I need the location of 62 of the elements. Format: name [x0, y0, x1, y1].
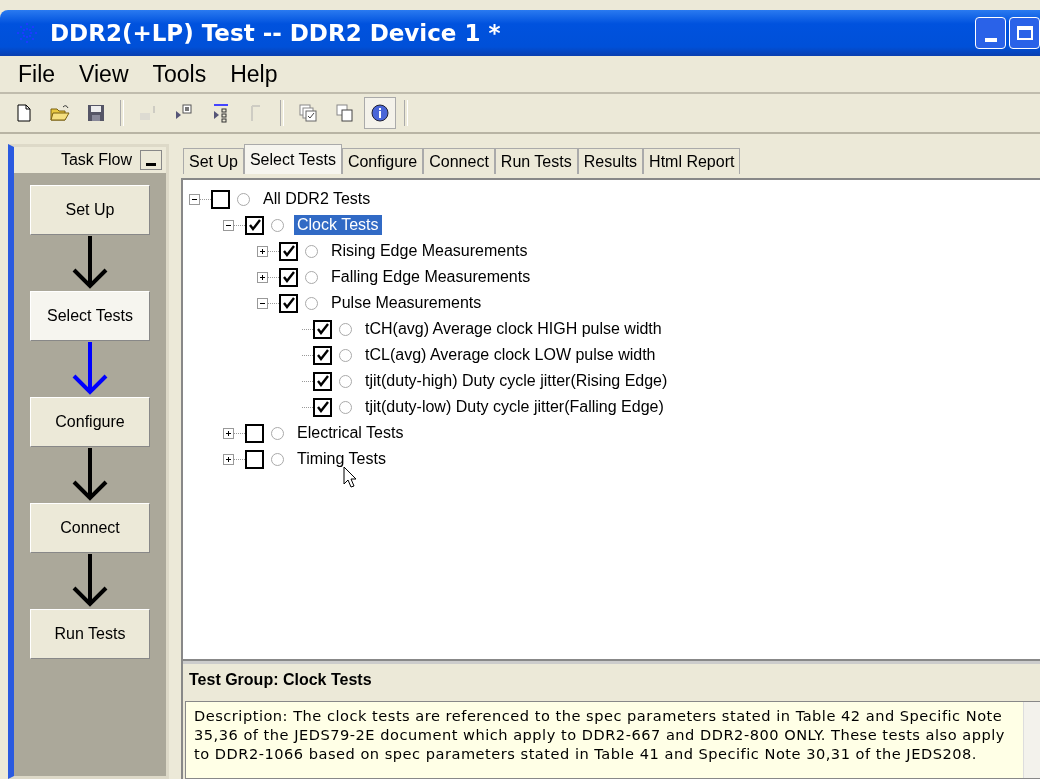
- app-logo-icon: [16, 22, 38, 44]
- tab[interactable]: Connect: [423, 148, 495, 174]
- tree-item[interactable]: tjit(duty-low) Duty cycle jitter(Falling Edge): [362, 397, 667, 417]
- down-arrow-icon: [70, 342, 110, 396]
- window-title: DDR2(+LP) Test -- DDR2 Device 1 *: [50, 20, 501, 46]
- checkbox[interactable]: [211, 189, 230, 209]
- tree-item[interactable]: Clock Tests: [294, 215, 382, 235]
- checkbox[interactable]: [313, 319, 332, 339]
- expand-icon[interactable]: [223, 427, 234, 439]
- mouse-pointer-icon: [343, 466, 357, 488]
- checkbox[interactable]: [279, 293, 298, 313]
- menu-item[interactable]: View: [79, 60, 129, 88]
- test-group-title: Test Group: Clock Tests: [189, 671, 372, 688]
- tree-item[interactable]: Electrical Tests: [294, 423, 407, 443]
- checkbox[interactable]: [245, 215, 264, 235]
- minimize-button[interactable]: [140, 150, 162, 170]
- collapse-icon[interactable]: [189, 193, 200, 205]
- panel-title: Task Flow: [60, 151, 132, 169]
- tree-item[interactable]: tCL(avg) Average clock LOW pulse width: [362, 345, 659, 365]
- checkbox[interactable]: [245, 449, 264, 469]
- expand-icon[interactable]: [257, 271, 268, 283]
- down-arrow-icon: [70, 554, 110, 608]
- checkbox[interactable]: [313, 397, 332, 417]
- info-icon[interactable]: [364, 97, 396, 129]
- tree-item[interactable]: All DDR2 Tests: [260, 189, 374, 209]
- tab[interactable]: Results: [577, 148, 644, 174]
- description-text: Description: The clock tests are referenced to the spec parameters stated in Table 42 and Specific Note 35,36 of the JEDS79-2E document which apply to DDR2-667 and DDR2-800 ONLY. These tests also apply to DDR2-1066 based on spec parameters stated in Table 41 and Specific Note 30,31 of the JEDS208.: [194, 706, 1006, 764]
- tree-item[interactable]: tjit(duty-high) Duty cycle jitter(Rising Edge): [362, 371, 671, 391]
- tree-item[interactable]: Pulse Measurements: [328, 293, 485, 313]
- tab[interactable]: Set Up: [183, 148, 244, 174]
- step-button[interactable]: Set Up: [30, 185, 150, 235]
- collapse-icon[interactable]: [223, 219, 234, 231]
- checkbox[interactable]: [279, 241, 298, 261]
- step-button[interactable]: Connect: [30, 503, 150, 553]
- menu-item[interactable]: File: [18, 60, 56, 88]
- scrollbar[interactable]: [1023, 702, 1040, 778]
- down-arrow-icon: [70, 448, 110, 502]
- expand-icon[interactable]: [257, 245, 268, 257]
- checkbox[interactable]: [313, 371, 332, 391]
- menu-item[interactable]: Help: [230, 60, 278, 88]
- tree-item[interactable]: tCH(avg) Average clock HIGH pulse width: [362, 319, 665, 339]
- tab[interactable]: Html Report: [643, 148, 741, 174]
- menu-item[interactable]: Tools: [152, 60, 207, 88]
- tab[interactable]: Run Tests: [494, 148, 578, 174]
- tree-item[interactable]: Rising Edge Measurements: [328, 241, 531, 261]
- expand-icon[interactable]: [223, 453, 234, 465]
- tab[interactable]: Select Tests: [243, 144, 342, 174]
- collapse-icon[interactable]: [257, 297, 268, 309]
- step-button[interactable]: Configure: [30, 397, 150, 447]
- checkbox[interactable]: [245, 423, 264, 443]
- maximize-button[interactable]: [1009, 17, 1040, 49]
- down-arrow-icon: [70, 236, 110, 290]
- tree-item[interactable]: Falling Edge Measurements: [328, 267, 534, 287]
- checkbox[interactable]: [313, 345, 332, 365]
- minimize-icon: [984, 38, 997, 42]
- checkbox[interactable]: [279, 267, 298, 287]
- minimize-icon: [146, 163, 156, 166]
- step-button[interactable]: Select Tests: [30, 291, 150, 341]
- step-button[interactable]: Run Tests: [30, 609, 150, 659]
- tab[interactable]: Configure: [341, 148, 424, 174]
- maximize-icon: [1016, 26, 1033, 40]
- tree-item[interactable]: Timing Tests: [294, 449, 389, 469]
